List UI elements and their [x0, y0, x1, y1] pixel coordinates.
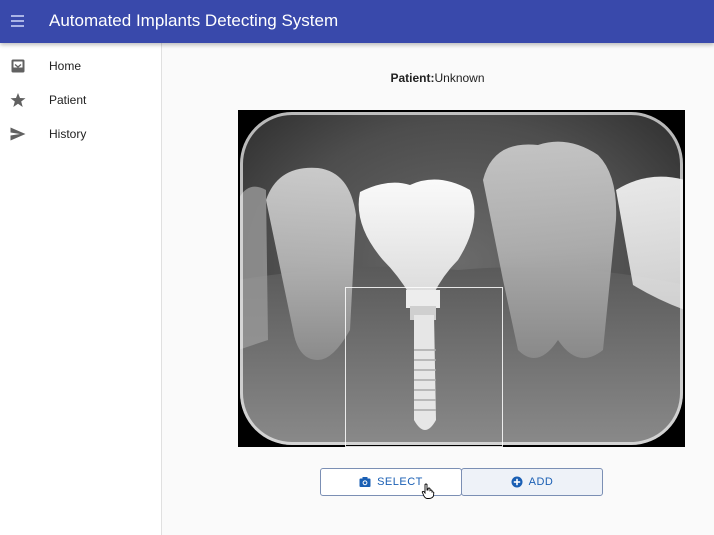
send-icon: [10, 127, 26, 141]
sidebar-item-label: Patient: [49, 93, 87, 107]
sidebar-item-label: History: [49, 127, 87, 141]
app-bar: Automated Implants Detecting System: [0, 0, 714, 43]
sidebar-item-patient[interactable]: Patient: [0, 83, 161, 117]
hamburger-menu-icon[interactable]: [8, 10, 28, 32]
sidebar: Home Patient History: [0, 43, 162, 535]
patient-info: Patient:Unknown: [161, 71, 714, 85]
star-icon: [10, 93, 26, 107]
hand-cursor-icon: [421, 483, 435, 499]
sidebar-item-home[interactable]: Home: [0, 49, 161, 83]
patient-label: Patient:: [390, 71, 435, 85]
add-circle-icon: [511, 476, 523, 488]
add-button-label: ADD: [528, 476, 554, 488]
inbox-icon: [11, 59, 25, 73]
add-button[interactable]: ADD: [461, 468, 603, 496]
sidebar-item-label: Home: [49, 59, 82, 73]
camera-icon: [359, 477, 371, 487]
app-title: Automated Implants Detecting System: [49, 11, 339, 30]
select-button[interactable]: SELECT: [320, 468, 462, 496]
detection-box: [345, 287, 503, 447]
sidebar-item-history[interactable]: History: [0, 117, 161, 151]
select-button-label: SELECT: [377, 476, 423, 488]
patient-name: Unknown: [434, 71, 485, 85]
